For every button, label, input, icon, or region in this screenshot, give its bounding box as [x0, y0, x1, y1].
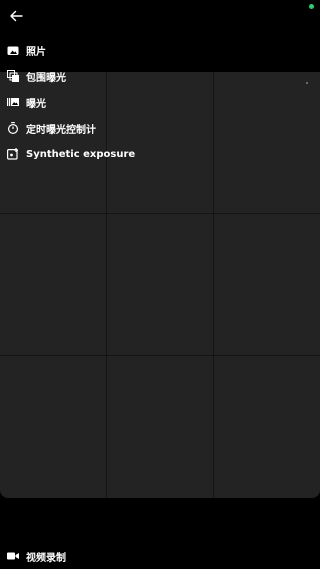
menu-item-label: 曝光	[26, 98, 46, 110]
video-camera-icon	[6, 549, 20, 563]
menu-item-exposure[interactable]: 曝光	[0, 90, 200, 114]
menu-item-photo[interactable]: 照片	[0, 38, 200, 62]
menu-item-label: Synthetic exposure	[26, 148, 136, 160]
menu-item-label: 定时曝光控制计	[26, 124, 96, 136]
menu-item-timelapse[interactable]: 定时曝光控制计	[0, 116, 200, 140]
synthetic-exposure-icon	[6, 147, 20, 161]
grid-line	[0, 213, 320, 214]
menu-item-label: 包围曝光	[26, 72, 66, 84]
camera-icon	[6, 43, 20, 57]
arrow-left-icon	[10, 10, 23, 22]
viewfinder-dot	[306, 82, 308, 84]
status-indicator-dot	[309, 4, 314, 9]
bracket-exposure-icon	[6, 69, 20, 83]
grid-line	[0, 355, 320, 356]
grid-line	[213, 72, 214, 498]
menu-item-bracket-exposure[interactable]: 包围曝光	[0, 64, 200, 88]
menu-item-label: 照片	[26, 46, 46, 58]
video-recording-label: 视频录制	[26, 552, 66, 564]
back-button[interactable]	[5, 5, 27, 27]
exposure-icon	[6, 95, 20, 109]
timer-icon	[6, 121, 20, 135]
menu-item-synthetic-exposure[interactable]: Synthetic exposure	[0, 142, 200, 166]
video-recording-button[interactable]: 视频录制	[0, 544, 200, 568]
